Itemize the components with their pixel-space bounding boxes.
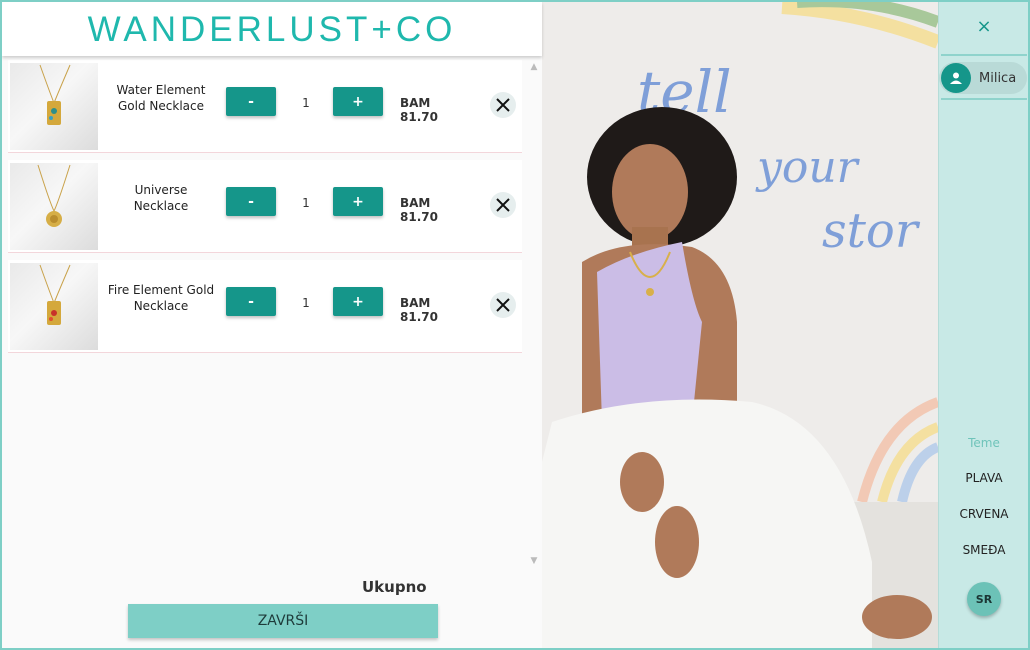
wall-text-your: your [755,142,861,193]
user-icon [941,63,971,93]
finish-order-button[interactable]: ZAVRŠI [128,604,438,638]
close-icon: × [976,16,992,37]
wall-text-story: stor [822,203,921,259]
app-window: WANDERLUST+CO ▲ Water Element Gold Neckl… [0,0,1030,650]
item-price: BAM 81.70 [400,96,438,124]
increase-quantity-button[interactable]: + [333,187,383,216]
brand-logo: WANDERLUST+CO [87,10,457,49]
theme-red[interactable]: CRVENA [939,507,1028,521]
scroll-up-icon[interactable]: ▲ [530,62,538,74]
cart-panel: ▲ Water Element Gold Necklace - 1 + BAM … [2,58,542,648]
product-image [10,163,98,250]
themes-title: Teme [968,436,1000,450]
decrease-quantity-button[interactable]: - [226,287,276,316]
cart-item: Universe Necklace - 1 + BAM 81.70 [8,160,522,253]
quantity-value: 1 [302,96,310,110]
close-icon [496,298,510,312]
quantity-value: 1 [302,296,310,310]
remove-item-button[interactable] [490,92,516,118]
theme-brown[interactable]: SMEĐA [939,543,1028,557]
product-name: Universe Necklace [133,183,189,213]
quantity-value: 1 [302,196,310,210]
model-photo: tell your stor [542,2,938,648]
remove-item-button[interactable] [490,192,516,218]
user-chip[interactable]: Milica [939,62,1027,94]
close-icon [496,98,510,112]
user-name: Milica [979,71,1017,86]
decrease-quantity-button[interactable]: - [226,87,276,116]
item-price: BAM 81.70 [400,296,438,324]
cart-item: Fire Element Gold Necklace - 1 + BAM 81.… [8,260,522,353]
model-photo-illustration: tell your stor [542,2,938,648]
item-price: BAM 81.70 [400,196,438,224]
increase-quantity-button[interactable]: + [333,287,383,316]
language-button[interactable]: SR [967,582,1001,616]
product-name: Fire Element Gold Necklace [107,283,215,313]
scroll-down-icon[interactable]: ▼ [530,556,538,568]
right-sidebar: × Milica Teme PLAVA CRVENA SMEĐA SR [938,2,1028,648]
theme-blue[interactable]: PLAVA [939,471,1028,485]
remove-item-button[interactable] [490,292,516,318]
divider [941,54,1027,56]
product-image [10,63,98,150]
decrease-quantity-button[interactable]: - [226,187,276,216]
increase-quantity-button[interactable]: + [333,87,383,116]
close-sidebar-button[interactable]: × [939,16,1028,37]
product-name: Water Element Gold Necklace [116,83,206,113]
header: WANDERLUST+CO [2,2,542,56]
product-image [10,263,98,350]
close-icon [496,198,510,212]
cart-item: Water Element Gold Necklace - 1 + BAM 81… [8,60,522,153]
total-label: Ukupno [362,578,427,596]
divider [941,98,1027,100]
